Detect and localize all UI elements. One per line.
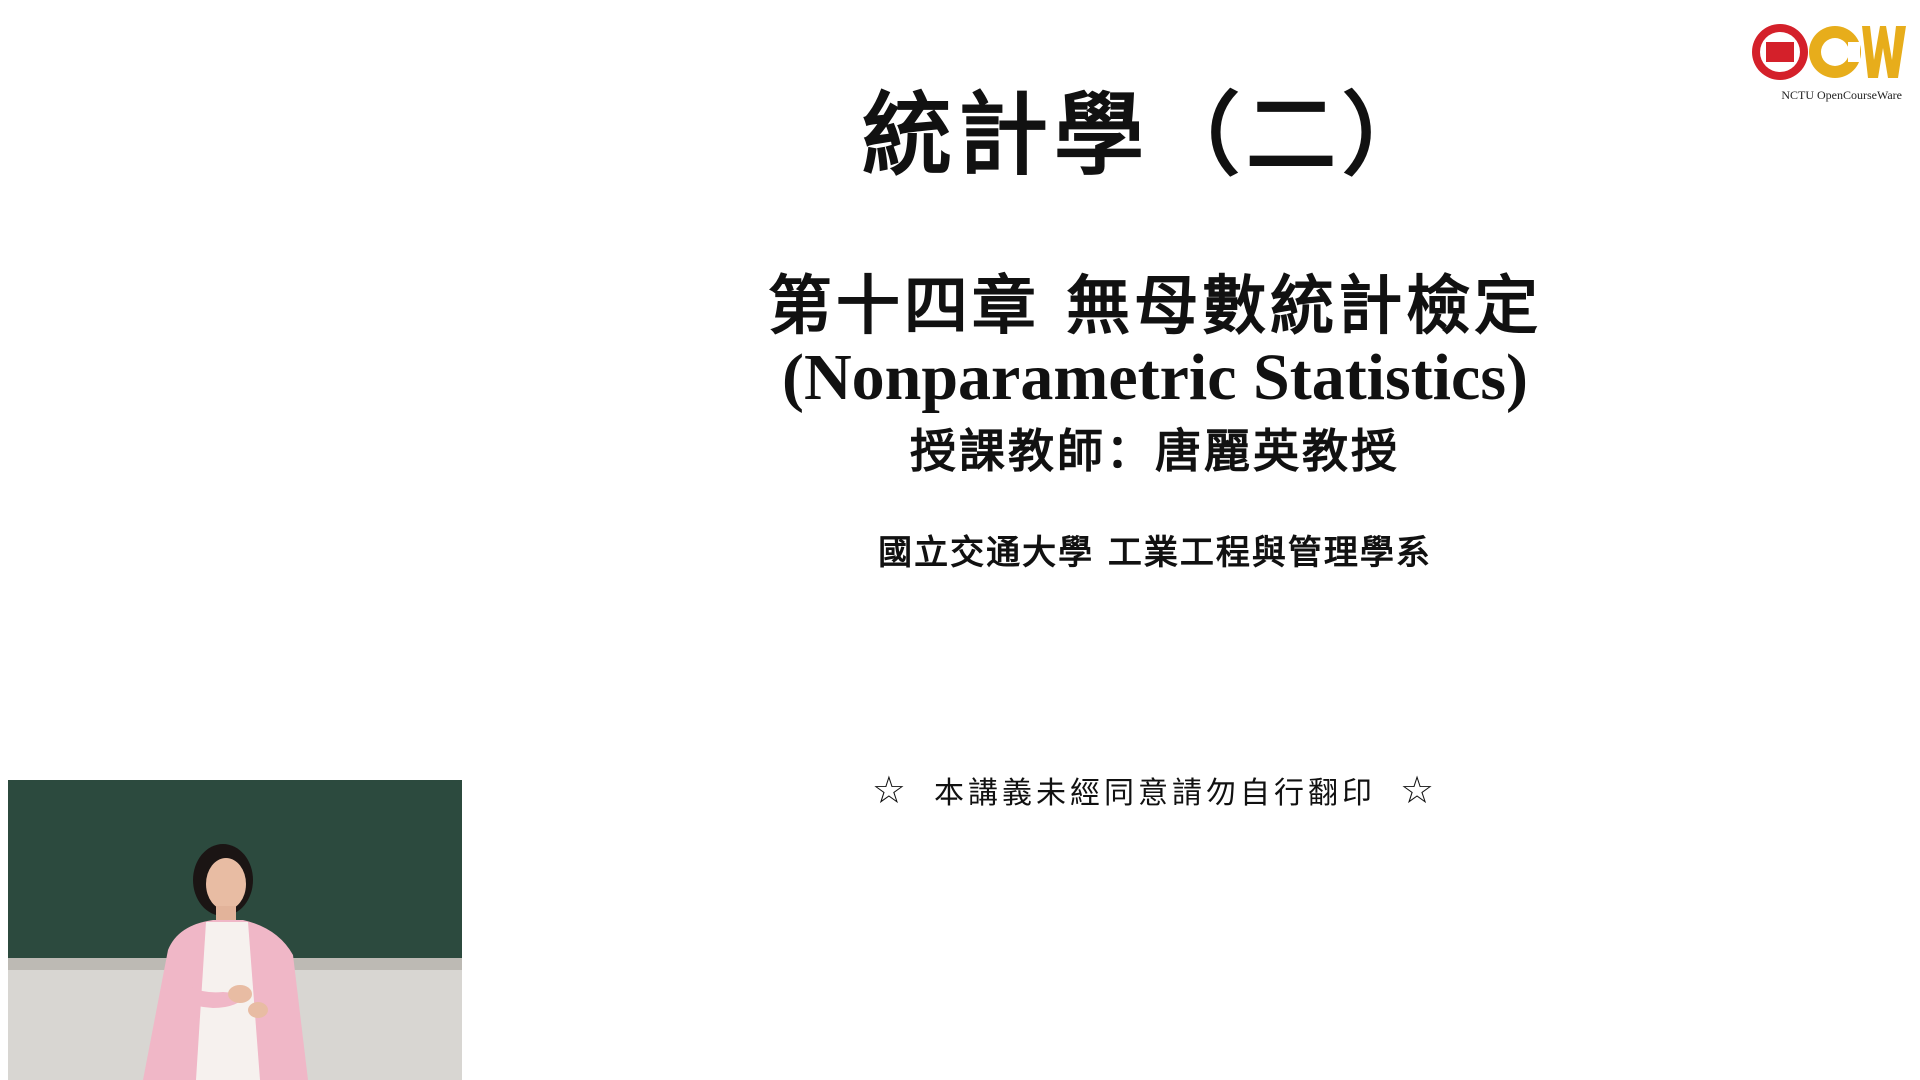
english-subtitle: (Nonparametric Statistics) — [782, 341, 1528, 414]
logo-caption: NCTU OpenCourseWare — [1781, 88, 1902, 102]
lecturer-figure — [143, 844, 308, 1080]
slide-title: 統計學（二） — [862, 82, 1438, 188]
ocw-logo-mark — [1752, 24, 1906, 80]
star-icon: ☆ — [1400, 768, 1439, 812]
star-icon: ☆ — [871, 768, 910, 812]
instructor-line: 授課教師：唐麗英教授 — [910, 424, 1400, 478]
chapter-title: 第十四章 無母數統計檢定 — [767, 269, 1543, 344]
ocw-logo: NCTU OpenCourseWare — [1750, 20, 1910, 105]
department-line: 國立交通大學 工業工程與管理學系 — [878, 533, 1432, 573]
copyright-notice-text: 本講義未經同意請勿自行翻印 — [934, 776, 1376, 811]
copyright-notice: ☆ 本講義未經同意請勿自行翻印 ☆ — [720, 768, 1590, 812]
lecturer-video — [8, 780, 462, 1080]
